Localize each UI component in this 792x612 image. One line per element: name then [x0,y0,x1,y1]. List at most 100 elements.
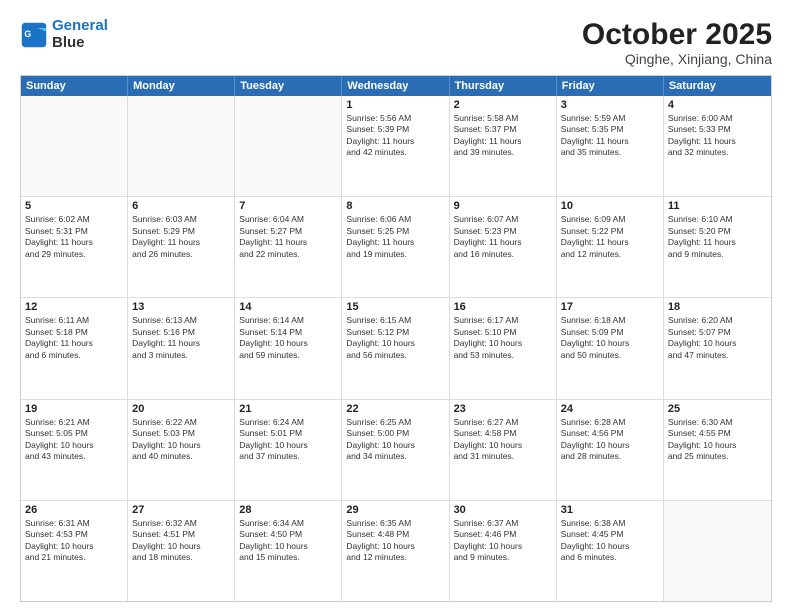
day-number-18: 18 [668,301,767,313]
day-number-5: 5 [25,200,123,212]
logo-icon: G [20,21,48,49]
day-info: Sunset: 5:14 PM [239,327,337,338]
day-info: Sunrise: 6:28 AM [561,417,659,428]
day-28: 28Sunrise: 6:34 AMSunset: 4:50 PMDayligh… [235,501,342,601]
day-info: Daylight: 10 hours [132,541,230,552]
day-number-3: 3 [561,99,659,111]
day-info: Daylight: 10 hours [454,338,552,349]
day-info: and 28 minutes. [561,451,659,462]
day-info: Sunset: 5:39 PM [346,124,444,135]
day-info: and 53 minutes. [454,350,552,361]
day-info: Sunrise: 6:24 AM [239,417,337,428]
day-number-26: 26 [25,504,123,516]
day-info: Sunset: 5:31 PM [25,226,123,237]
day-info: and 43 minutes. [25,451,123,462]
day-info: Sunset: 4:51 PM [132,529,230,540]
day-info: Daylight: 11 hours [454,136,552,147]
day-info: Sunset: 5:00 PM [346,428,444,439]
day-info: Sunrise: 6:31 AM [25,518,123,529]
header: G General Blue October 2025 Qinghe, Xinj… [20,18,772,67]
day-info: Sunrise: 6:00 AM [668,113,767,124]
day-info: Sunset: 4:45 PM [561,529,659,540]
day-info: Sunset: 5:35 PM [561,124,659,135]
day-info: Sunrise: 6:27 AM [454,417,552,428]
day-info: Daylight: 11 hours [561,237,659,248]
day-info: and 39 minutes. [454,147,552,158]
day-info: Sunset: 5:03 PM [132,428,230,439]
day-info: and 6 minutes. [561,552,659,563]
logo: G General Blue [20,18,108,51]
day-info: and 6 minutes. [25,350,123,361]
day-info: and 16 minutes. [454,249,552,260]
day-info: Sunset: 4:58 PM [454,428,552,439]
day-info: Daylight: 10 hours [346,338,444,349]
day-number-10: 10 [561,200,659,212]
day-info: Sunset: 5:20 PM [668,226,767,237]
day-info: and 37 minutes. [239,451,337,462]
calendar-title: October 2025 [582,18,772,51]
day-number-28: 28 [239,504,337,516]
day-info: Sunset: 4:53 PM [25,529,123,540]
day-info: Sunrise: 5:59 AM [561,113,659,124]
day-20: 20Sunrise: 6:22 AMSunset: 5:03 PMDayligh… [128,400,235,500]
day-info: Daylight: 11 hours [668,237,767,248]
day-info: Daylight: 11 hours [561,136,659,147]
day-10: 10Sunrise: 6:09 AMSunset: 5:22 PMDayligh… [557,197,664,297]
day-info: and 42 minutes. [346,147,444,158]
day-info: Sunset: 5:10 PM [454,327,552,338]
day-2: 2Sunrise: 5:58 AMSunset: 5:37 PMDaylight… [450,96,557,196]
day-info: Daylight: 11 hours [132,237,230,248]
day-8: 8Sunrise: 6:06 AMSunset: 5:25 PMDaylight… [342,197,449,297]
day-info: Sunrise: 6:32 AM [132,518,230,529]
day-number-8: 8 [346,200,444,212]
day-info: Daylight: 11 hours [668,136,767,147]
day-number-9: 9 [454,200,552,212]
day-number-30: 30 [454,504,552,516]
logo-line2: Blue [52,35,108,52]
day-25: 25Sunrise: 6:30 AMSunset: 4:55 PMDayligh… [664,400,771,500]
day-info: and 34 minutes. [346,451,444,462]
day-23: 23Sunrise: 6:27 AMSunset: 4:58 PMDayligh… [450,400,557,500]
header-thursday: Thursday [450,76,557,96]
day-info: and 18 minutes. [132,552,230,563]
day-info: Daylight: 11 hours [132,338,230,349]
day-info: Sunrise: 6:30 AM [668,417,767,428]
day-info: Sunset: 5:25 PM [346,226,444,237]
day-info: Sunset: 4:48 PM [346,529,444,540]
day-info: Sunrise: 6:25 AM [346,417,444,428]
day-info: Sunset: 4:50 PM [239,529,337,540]
day-info: Sunset: 5:07 PM [668,327,767,338]
day-number-21: 21 [239,403,337,415]
day-number-22: 22 [346,403,444,415]
day-info: Sunrise: 6:14 AM [239,315,337,326]
day-number-1: 1 [346,99,444,111]
day-info: and 56 minutes. [346,350,444,361]
logo-line1: General [52,17,108,34]
day-info: Daylight: 11 hours [25,338,123,349]
day-info: and 35 minutes. [561,147,659,158]
day-info: Sunrise: 6:06 AM [346,214,444,225]
day-24: 24Sunrise: 6:28 AMSunset: 4:56 PMDayligh… [557,400,664,500]
week-row-4: 26 Sunrise: 6:31 AMSunset: 4:53 PM Dayligh… [21,500,771,601]
day-info: Daylight: 10 hours [346,440,444,451]
day-13: 13Sunrise: 6:13 AMSunset: 5:16 PMDayligh… [128,298,235,398]
title-block: October 2025 Qinghe, Xinjiang, China [582,18,772,67]
empty-cell [235,96,342,196]
day-info: Sunset: 5:29 PM [132,226,230,237]
day-19: 19Sunrise: 6:21 AMSunset: 5:05 PMDayligh… [21,400,128,500]
day-info: Daylight: 10 hours [561,338,659,349]
day-info: Sunrise: 6:38 AM [561,518,659,529]
day-21: 21Sunrise: 6:24 AMSunset: 5:01 PMDayligh… [235,400,342,500]
day-info: Sunset: 5:01 PM [239,428,337,439]
day-29: 29Sunrise: 6:35 AMSunset: 4:48 PMDayligh… [342,501,449,601]
day-info: Sunrise: 5:58 AM [454,113,552,124]
header-wednesday: Wednesday [342,76,449,96]
day-info: Sunrise: 6:22 AM [132,417,230,428]
day-info: Daylight: 10 hours [239,541,337,552]
header-sunday: Sunday [21,76,128,96]
day-info: and 12 minutes. [561,249,659,260]
week-row-0: 1Sunrise: 5:56 AMSunset: 5:39 PMDaylight… [21,96,771,196]
day-16: 16Sunrise: 6:17 AMSunset: 5:10 PMDayligh… [450,298,557,398]
empty-cell [664,501,771,601]
svg-text:G: G [24,28,31,38]
